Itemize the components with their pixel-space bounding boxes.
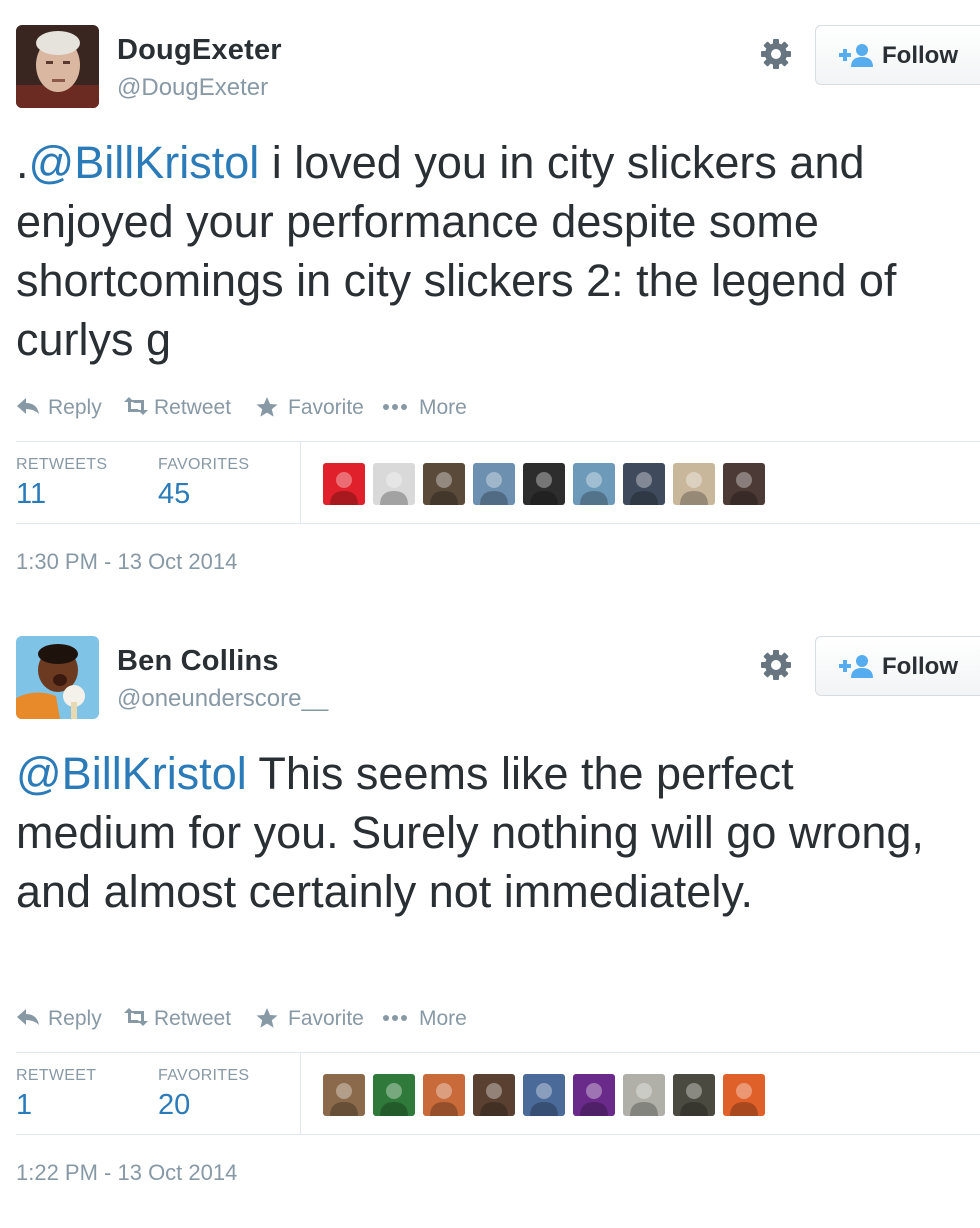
author-username[interactable]: @oneunderscore__ bbox=[117, 685, 328, 713]
retweets-label: RETWEETS bbox=[16, 456, 108, 473]
favoriter-avatar[interactable] bbox=[523, 1074, 565, 1116]
retweet-label: Retweet bbox=[154, 1007, 232, 1030]
favoriter-avatar[interactable] bbox=[323, 463, 365, 505]
timestamp[interactable]: 1:30 PM - 13 Oct 2014 bbox=[16, 549, 237, 575]
favoriter-avatar[interactable] bbox=[623, 463, 665, 505]
tweet-text: .@BillKristol i loved you in city slicke… bbox=[16, 133, 966, 369]
favorite-label: Favorite bbox=[288, 396, 364, 419]
avatar[interactable] bbox=[16, 25, 99, 108]
favoriter-avatar[interactable] bbox=[673, 1074, 715, 1116]
more-label: More bbox=[419, 396, 467, 419]
favoriter-avatar[interactable] bbox=[573, 463, 615, 505]
favorites-count[interactable]: 20 bbox=[158, 1089, 190, 1122]
follow-button[interactable]: Follow bbox=[815, 636, 980, 696]
retweet-icon bbox=[124, 397, 148, 415]
reply-label: Reply bbox=[48, 1007, 102, 1030]
author-fullname[interactable]: DougExeter bbox=[117, 34, 282, 67]
favoriter-avatar[interactable] bbox=[723, 1074, 765, 1116]
more-dots-icon bbox=[383, 1015, 407, 1021]
more-dots-icon bbox=[383, 404, 407, 410]
favoriter-avatar[interactable] bbox=[423, 1074, 465, 1116]
divider bbox=[300, 442, 301, 523]
follow-label: Follow bbox=[882, 653, 958, 680]
favorites-label: FAVORITES bbox=[158, 456, 250, 473]
favoriter-avatar[interactable] bbox=[723, 463, 765, 505]
retweet-icon bbox=[124, 1008, 148, 1026]
favorite-label: Favorite bbox=[288, 1007, 364, 1030]
tweet: DougExeter @DougExeter Follow .@BillKris… bbox=[0, 0, 980, 600]
favoriter-avatar[interactable] bbox=[423, 463, 465, 505]
more-label: More bbox=[419, 1007, 467, 1030]
follow-button[interactable]: Follow bbox=[815, 25, 980, 85]
favoriter-avatar[interactable] bbox=[623, 1074, 665, 1116]
divider bbox=[16, 1134, 980, 1135]
divider bbox=[16, 523, 980, 524]
mention-link[interactable]: @BillKristol bbox=[16, 748, 247, 799]
author-username[interactable]: @DougExeter bbox=[117, 74, 268, 102]
timestamp[interactable]: 1:22 PM - 13 Oct 2014 bbox=[16, 1160, 237, 1186]
favoriter-avatar[interactable] bbox=[473, 1074, 515, 1116]
tweet-text: @BillKristol This seems like the perfect… bbox=[16, 744, 966, 921]
retweet-label: Retweet bbox=[154, 396, 232, 419]
favoriter-avatar[interactable] bbox=[323, 1074, 365, 1116]
favoriter-avatar[interactable] bbox=[373, 463, 415, 505]
author-fullname[interactable]: Ben Collins bbox=[117, 645, 279, 678]
divider bbox=[16, 1052, 980, 1053]
reply-icon bbox=[17, 398, 39, 414]
retweets-label: RETWEET bbox=[16, 1067, 97, 1084]
favoriter-avatar[interactable] bbox=[373, 1074, 415, 1116]
tweet-text-prefix: . bbox=[16, 137, 29, 188]
reply-icon bbox=[17, 1009, 39, 1025]
follow-label: Follow bbox=[882, 42, 958, 69]
favoriter-avatar[interactable] bbox=[673, 463, 715, 505]
add-user-icon bbox=[839, 655, 873, 678]
retweets-count[interactable]: 11 bbox=[16, 478, 46, 511]
favoriter-avatar[interactable] bbox=[573, 1074, 615, 1116]
star-icon bbox=[256, 1008, 278, 1028]
favoriter-avatar[interactable] bbox=[473, 463, 515, 505]
tweet: Ben Collins @oneunderscore__ Follow @Bil… bbox=[0, 611, 980, 1211]
reply-label: Reply bbox=[48, 396, 102, 419]
gear-icon[interactable] bbox=[758, 36, 794, 72]
mention-link[interactable]: @BillKristol bbox=[29, 137, 260, 188]
favorites-label: FAVORITES bbox=[158, 1067, 250, 1084]
divider bbox=[16, 441, 980, 442]
gear-icon[interactable] bbox=[758, 647, 794, 683]
avatar[interactable] bbox=[16, 636, 99, 719]
retweets-count[interactable]: 1 bbox=[16, 1089, 32, 1122]
favorites-count[interactable]: 45 bbox=[158, 478, 190, 511]
add-user-icon bbox=[839, 44, 873, 67]
star-icon bbox=[256, 397, 278, 417]
favoriter-avatar[interactable] bbox=[523, 463, 565, 505]
divider bbox=[300, 1053, 301, 1134]
